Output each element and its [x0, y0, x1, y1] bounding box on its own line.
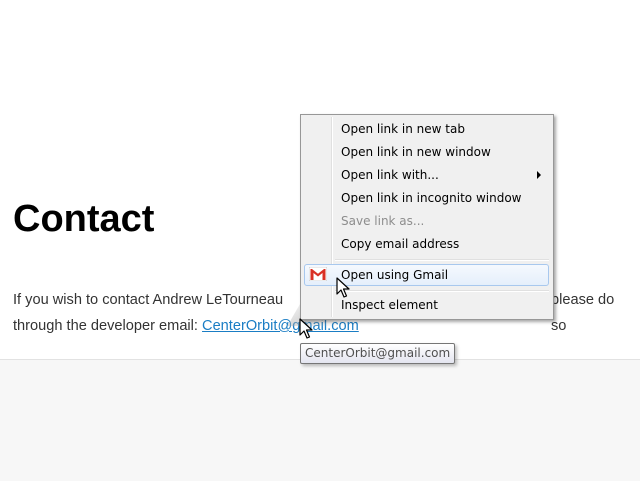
menu-item-label: Open using Gmail	[341, 268, 449, 282]
mouse-pointer-icon	[336, 277, 350, 298]
ghost-pointer-icon	[299, 318, 313, 339]
menu-item-label: Open link in incognito window	[341, 191, 522, 205]
link-tooltip: CenterOrbit@gmail.com	[300, 343, 456, 364]
menu-item-label: Open link in new window	[341, 145, 491, 159]
menu-item-label: Open link with...	[341, 168, 439, 182]
paragraph-line-2-text: through the developer email:	[13, 318, 203, 334]
page-footer-area	[0, 359, 640, 481]
gmail-icon	[309, 267, 327, 281]
menu-item-open-incognito[interactable]: Open link in incognito window	[304, 187, 549, 209]
menu-item-label: Copy email address	[341, 237, 460, 251]
paragraph-line-1-end: please do so	[551, 292, 615, 334]
submenu-arrow-icon	[537, 171, 541, 179]
menu-separator	[335, 290, 549, 292]
paragraph-line-1-text: If you wish to contact Andrew LeTourneau	[13, 292, 284, 308]
menu-item-open-new-window[interactable]: Open link in new window	[304, 141, 549, 163]
menu-item-label: Save link as...	[341, 214, 425, 228]
menu-item-copy-email[interactable]: Copy email address	[304, 233, 549, 255]
menu-item-label: Inspect element	[341, 298, 438, 312]
menu-item-save-link-as: Save link as...	[304, 210, 549, 232]
menu-item-open-link-with[interactable]: Open link with...	[304, 164, 549, 186]
menu-separator	[335, 259, 549, 261]
menu-item-label: Open link in new tab	[341, 122, 465, 136]
page-title: Contact	[13, 198, 155, 240]
menu-item-open-new-tab[interactable]: Open link in new tab	[304, 118, 549, 140]
